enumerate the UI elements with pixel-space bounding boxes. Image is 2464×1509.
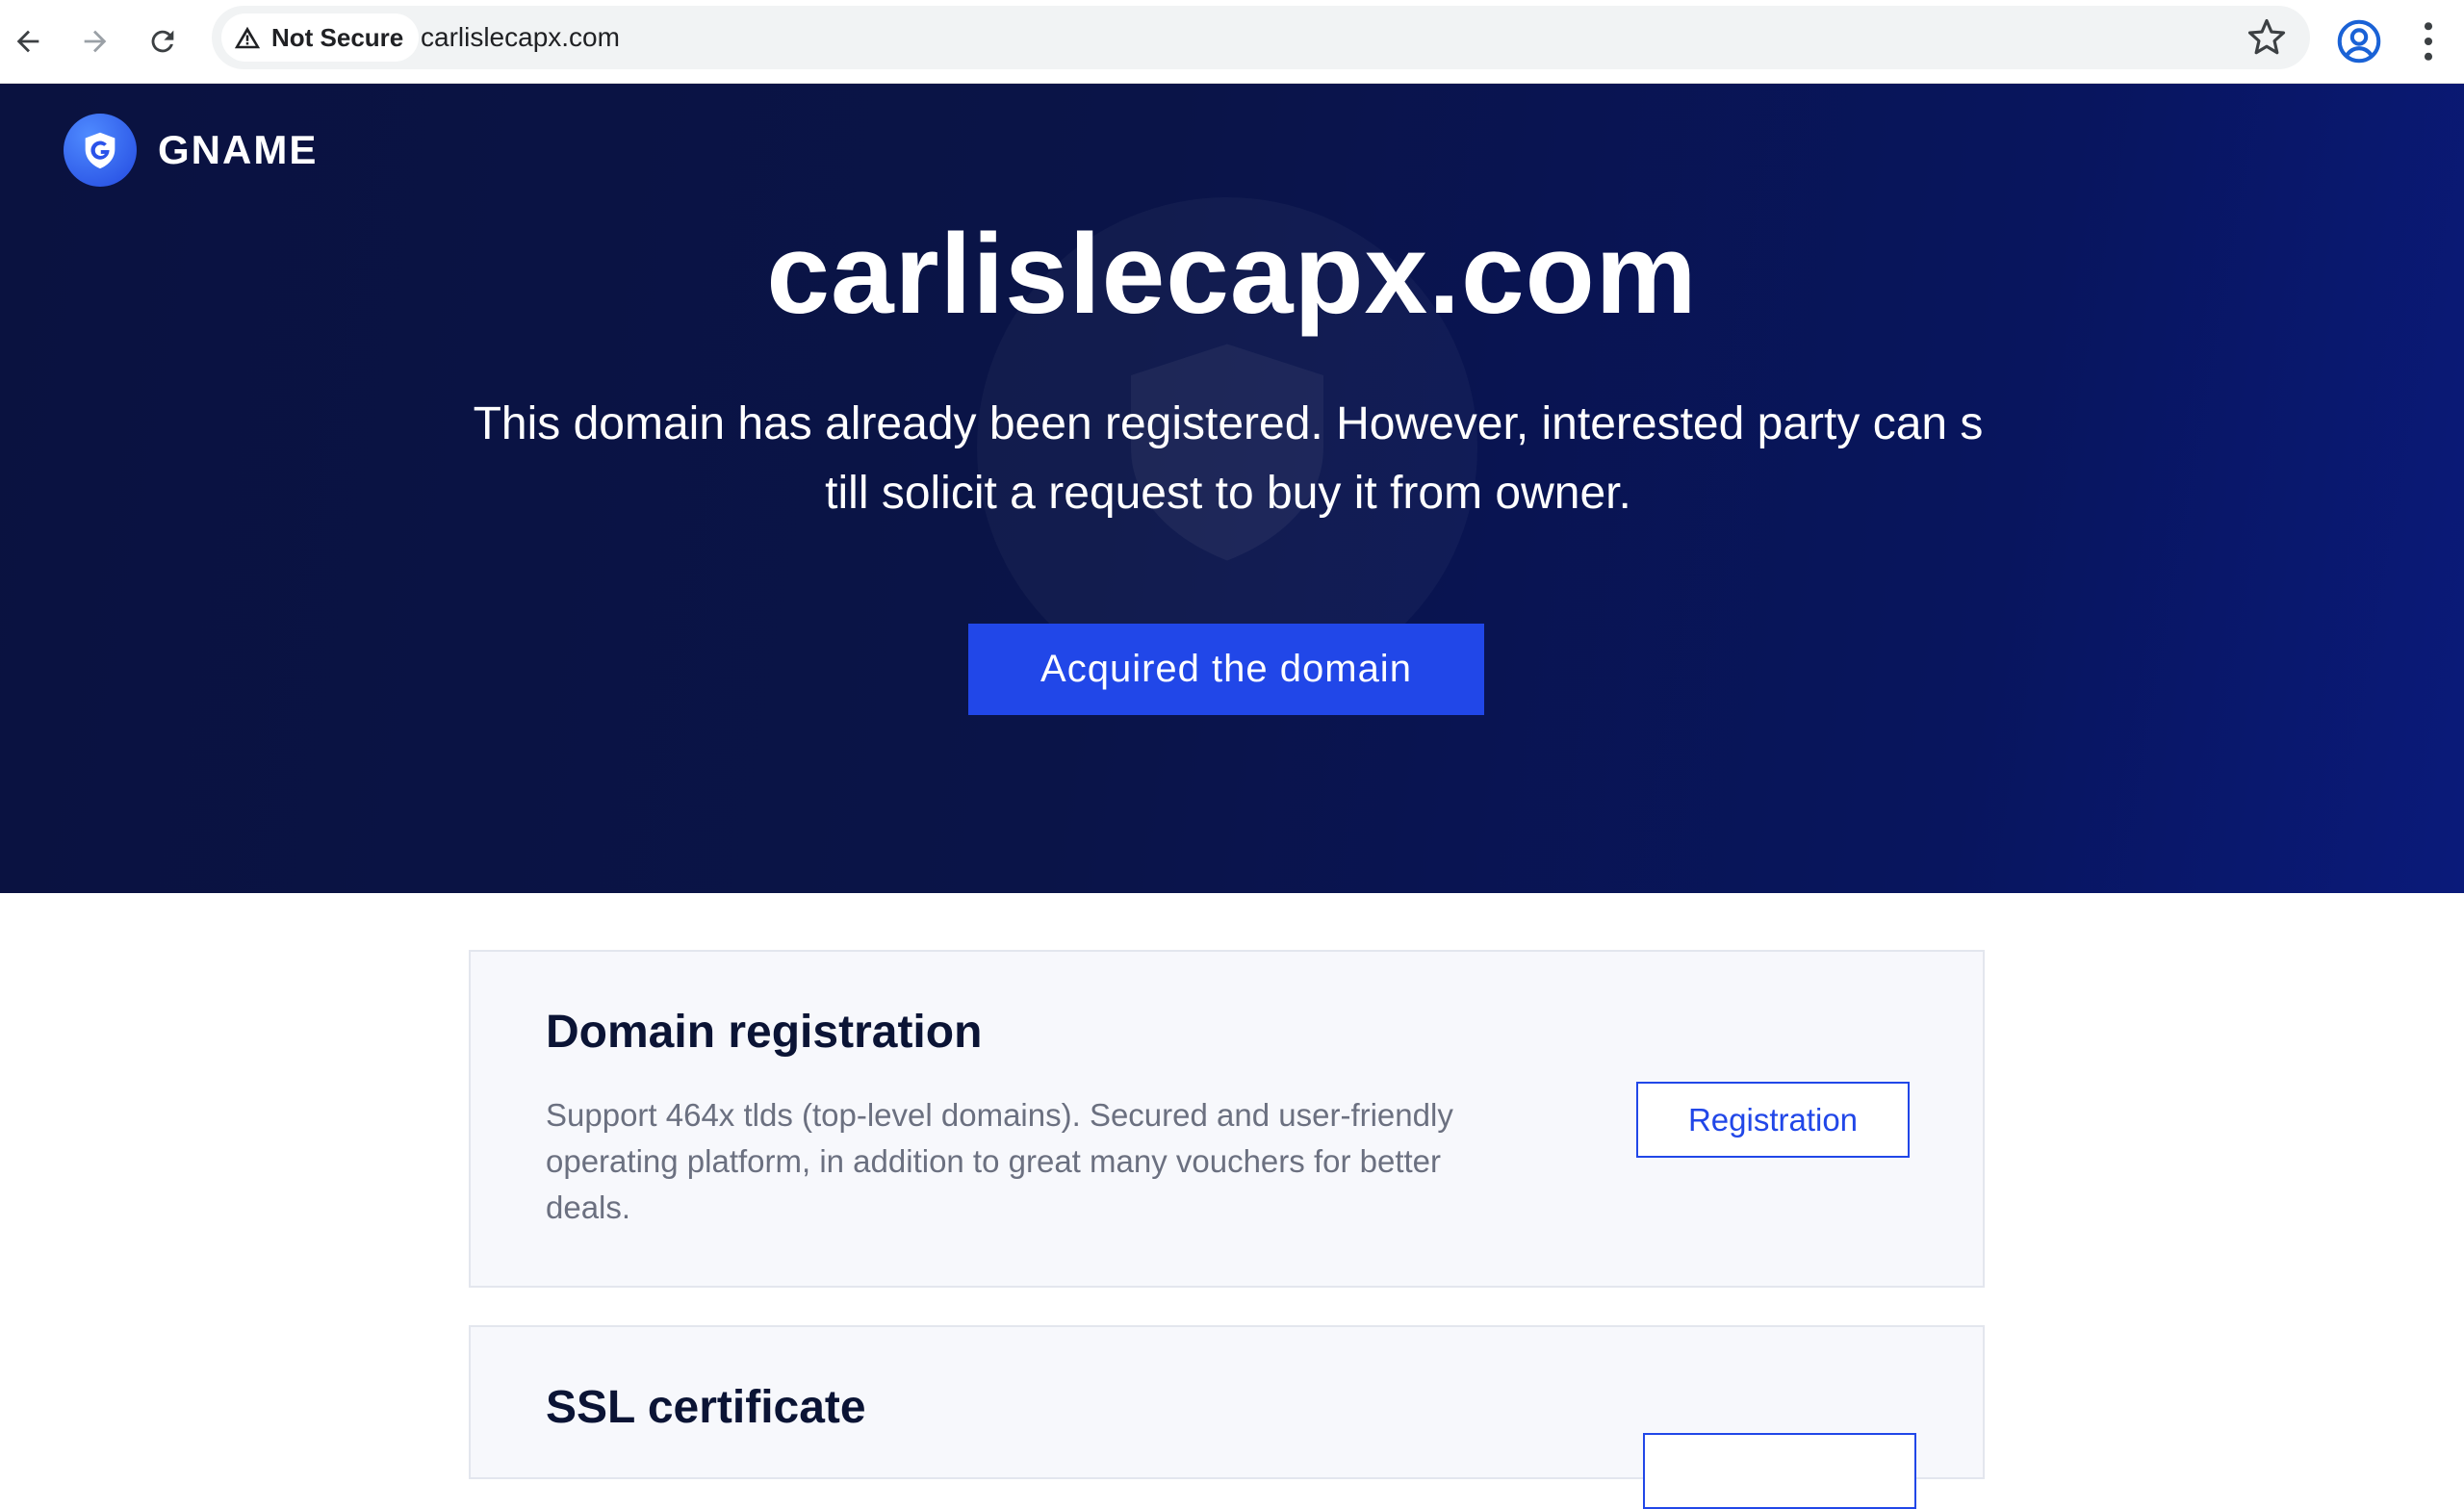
profile-button[interactable] (2333, 15, 2385, 67)
domain-registration-card: Domain registration Support 464x tlds (t… (469, 950, 1985, 1288)
domain-status-text: This domain has already been registered.… (473, 398, 1984, 519)
browser-toolbar: Not Secure carlislecapx.com (0, 0, 2464, 84)
card-title: SSL certificate (546, 1382, 866, 1433)
gname-logo-icon (64, 114, 137, 187)
more-menu-icon (2424, 22, 2433, 61)
acquire-domain-button[interactable]: Acquired the domain (968, 624, 1484, 715)
card-title: Domain registration (546, 1007, 983, 1058)
card-description: Support 464x tlds (top-level domains). S… (546, 1097, 1453, 1225)
registration-button[interactable]: Registration (1636, 1082, 1910, 1158)
more-menu-button[interactable] (2402, 15, 2454, 67)
back-arrow-icon (16, 30, 39, 53)
site-security-chip[interactable]: Not Secure (221, 13, 420, 62)
hero-banner: GNAME carlislecapx.com This domain has a… (0, 84, 2464, 893)
brand-name: GNAME (158, 127, 319, 172)
forward-arrow-icon (84, 30, 107, 53)
warning-icon (234, 26, 261, 49)
address-bar[interactable]: Not Secure carlislecapx.com (212, 6, 2310, 69)
reload-icon (151, 30, 174, 53)
security-label: Not Secure (271, 22, 404, 52)
url-text[interactable]: carlislecapx.com (421, 6, 620, 69)
brand[interactable]: GNAME (64, 114, 318, 187)
reload-button[interactable] (137, 15, 189, 67)
profile-icon (2337, 19, 2381, 64)
domain-title: carlislecapx.com (766, 211, 1698, 338)
forward-button[interactable] (69, 15, 121, 67)
back-button[interactable] (2, 15, 54, 67)
ssl-button[interactable] (1643, 1433, 1916, 1509)
ssl-certificate-card: SSL certificate (469, 1325, 1985, 1509)
bookmark-star-icon[interactable] (2246, 17, 2287, 58)
